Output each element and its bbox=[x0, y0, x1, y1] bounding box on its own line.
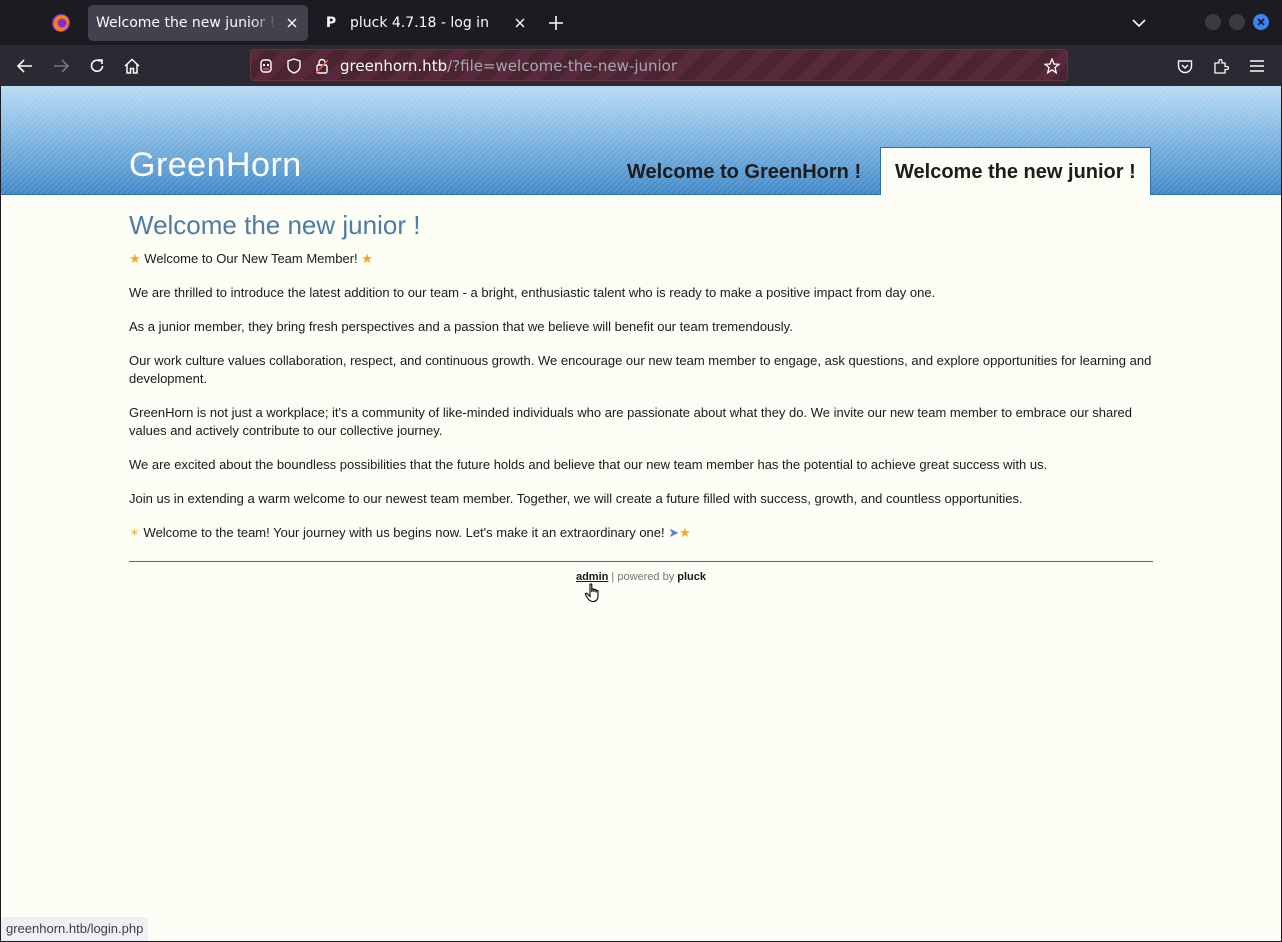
closing-line: ✶ Welcome to the team! Your journey with… bbox=[129, 524, 1153, 542]
close-icon bbox=[1257, 18, 1265, 26]
reload-icon bbox=[90, 59, 104, 72]
mask-icon[interactable] bbox=[257, 57, 275, 75]
clap-emoji-icon: ✶ bbox=[129, 525, 140, 540]
closing-text: Welcome to the team! Your journey with u… bbox=[143, 525, 665, 540]
reload-button[interactable] bbox=[86, 55, 108, 77]
window-close-button[interactable] bbox=[1253, 14, 1269, 30]
star-icon bbox=[1044, 58, 1060, 74]
page-title: Welcome the new junior ! bbox=[129, 210, 421, 240]
url-bar[interactable]: greenhorn.htb/?file=welcome-the-new-juni… bbox=[250, 49, 1068, 81]
article-content: Welcome the new junior ! ★ Welcome to Ou… bbox=[129, 210, 1153, 558]
back-button[interactable] bbox=[14, 55, 36, 77]
star-emoji-icon: ★ bbox=[679, 525, 691, 540]
home-button[interactable] bbox=[121, 55, 143, 77]
close-icon[interactable] bbox=[512, 15, 528, 31]
list-all-tabs-button[interactable] bbox=[1128, 12, 1150, 34]
tab-welcome-junior[interactable]: Welcome the new junior ! - GreenHorn bbox=[88, 5, 308, 41]
site-footer: admin | powered by pluck bbox=[1, 571, 1281, 583]
pluck-link[interactable]: pluck bbox=[677, 571, 706, 583]
url-host: greenhorn.htb bbox=[340, 57, 448, 75]
extensions-button[interactable] bbox=[1210, 55, 1232, 77]
back-arrow-icon bbox=[17, 59, 32, 73]
paragraph: As a junior member, they bring fresh per… bbox=[129, 319, 793, 334]
intro-text: Welcome to Our New Team Member! bbox=[144, 251, 358, 266]
bookmark-star-button[interactable] bbox=[1043, 57, 1061, 75]
tab-title: pluck 4.7.18 - log in bbox=[350, 15, 489, 31]
pluck-favicon: P bbox=[325, 15, 337, 31]
pocket-icon bbox=[1177, 59, 1193, 73]
menu-item-welcome-greenhorn[interactable]: Welcome to GreenHorn ! bbox=[627, 161, 861, 184]
app-menu-button[interactable] bbox=[1246, 55, 1268, 77]
admin-link[interactable]: admin bbox=[576, 571, 608, 583]
footer-divider bbox=[129, 561, 1153, 562]
extensions-icon bbox=[1214, 58, 1229, 74]
new-tab-button[interactable] bbox=[545, 12, 567, 34]
paragraph: GreenHorn is not just a workplace; it's … bbox=[129, 405, 1133, 438]
forward-arrow-icon bbox=[54, 59, 69, 73]
url-path: /?file=welcome-the-new-junior bbox=[447, 57, 678, 75]
close-icon[interactable] bbox=[284, 15, 300, 31]
site-title[interactable]: GreenHorn bbox=[129, 146, 302, 185]
menu-item-welcome-junior[interactable]: Welcome the new junior ! bbox=[880, 147, 1151, 195]
site-header: GreenHorn Welcome to GreenHorn ! Welcome… bbox=[1, 86, 1281, 195]
web-page: GreenHorn Welcome to GreenHorn ! Welcome… bbox=[1, 86, 1281, 941]
tab-pluck-login[interactable]: P pluck 4.7.18 - log in bbox=[316, 5, 536, 41]
tab-strip: Welcome the new junior ! - GreenHorn P p… bbox=[0, 0, 1282, 45]
paragraph: We are excited about the boundless possi… bbox=[129, 457, 1048, 472]
menu-icon bbox=[1250, 60, 1264, 72]
maximize-button[interactable] bbox=[1229, 14, 1245, 30]
intro-line: ★ Welcome to Our New Team Member! ★ bbox=[129, 250, 1153, 268]
pocket-button[interactable] bbox=[1174, 55, 1196, 77]
paragraph: We are thrilled to introduce the latest … bbox=[129, 285, 936, 300]
shield-icon[interactable] bbox=[285, 57, 303, 75]
hand-cursor-icon bbox=[584, 583, 599, 603]
status-url-tooltip: greenhorn.htb/login.php bbox=[1, 917, 149, 941]
navigation-toolbar: greenhorn.htb/?file=welcome-the-new-juni… bbox=[0, 45, 1282, 86]
plus-icon bbox=[549, 16, 563, 30]
forward-button[interactable] bbox=[50, 55, 72, 77]
window-border-left bbox=[0, 86, 1, 942]
firefox-icon[interactable] bbox=[50, 12, 72, 34]
tab-title: Welcome the new junior ! - GreenHorn bbox=[96, 15, 278, 31]
star-emoji-icon: ★ bbox=[129, 251, 141, 266]
minimize-button[interactable] bbox=[1205, 14, 1221, 30]
chevron-down-icon bbox=[1132, 19, 1146, 27]
url-text: greenhorn.htb/?file=welcome-the-new-juni… bbox=[340, 57, 677, 75]
paragraph: Our work culture values collaboration, r… bbox=[129, 353, 1152, 386]
star-emoji-icon: ★ bbox=[361, 251, 373, 266]
rocket-emoji-icon: ➤ bbox=[668, 525, 680, 540]
lock-icon[interactable] bbox=[313, 57, 331, 75]
home-icon bbox=[124, 58, 140, 74]
paragraph: Join us in extending a warm welcome to o… bbox=[129, 491, 1023, 506]
footer-separator: | powered by bbox=[608, 571, 678, 583]
